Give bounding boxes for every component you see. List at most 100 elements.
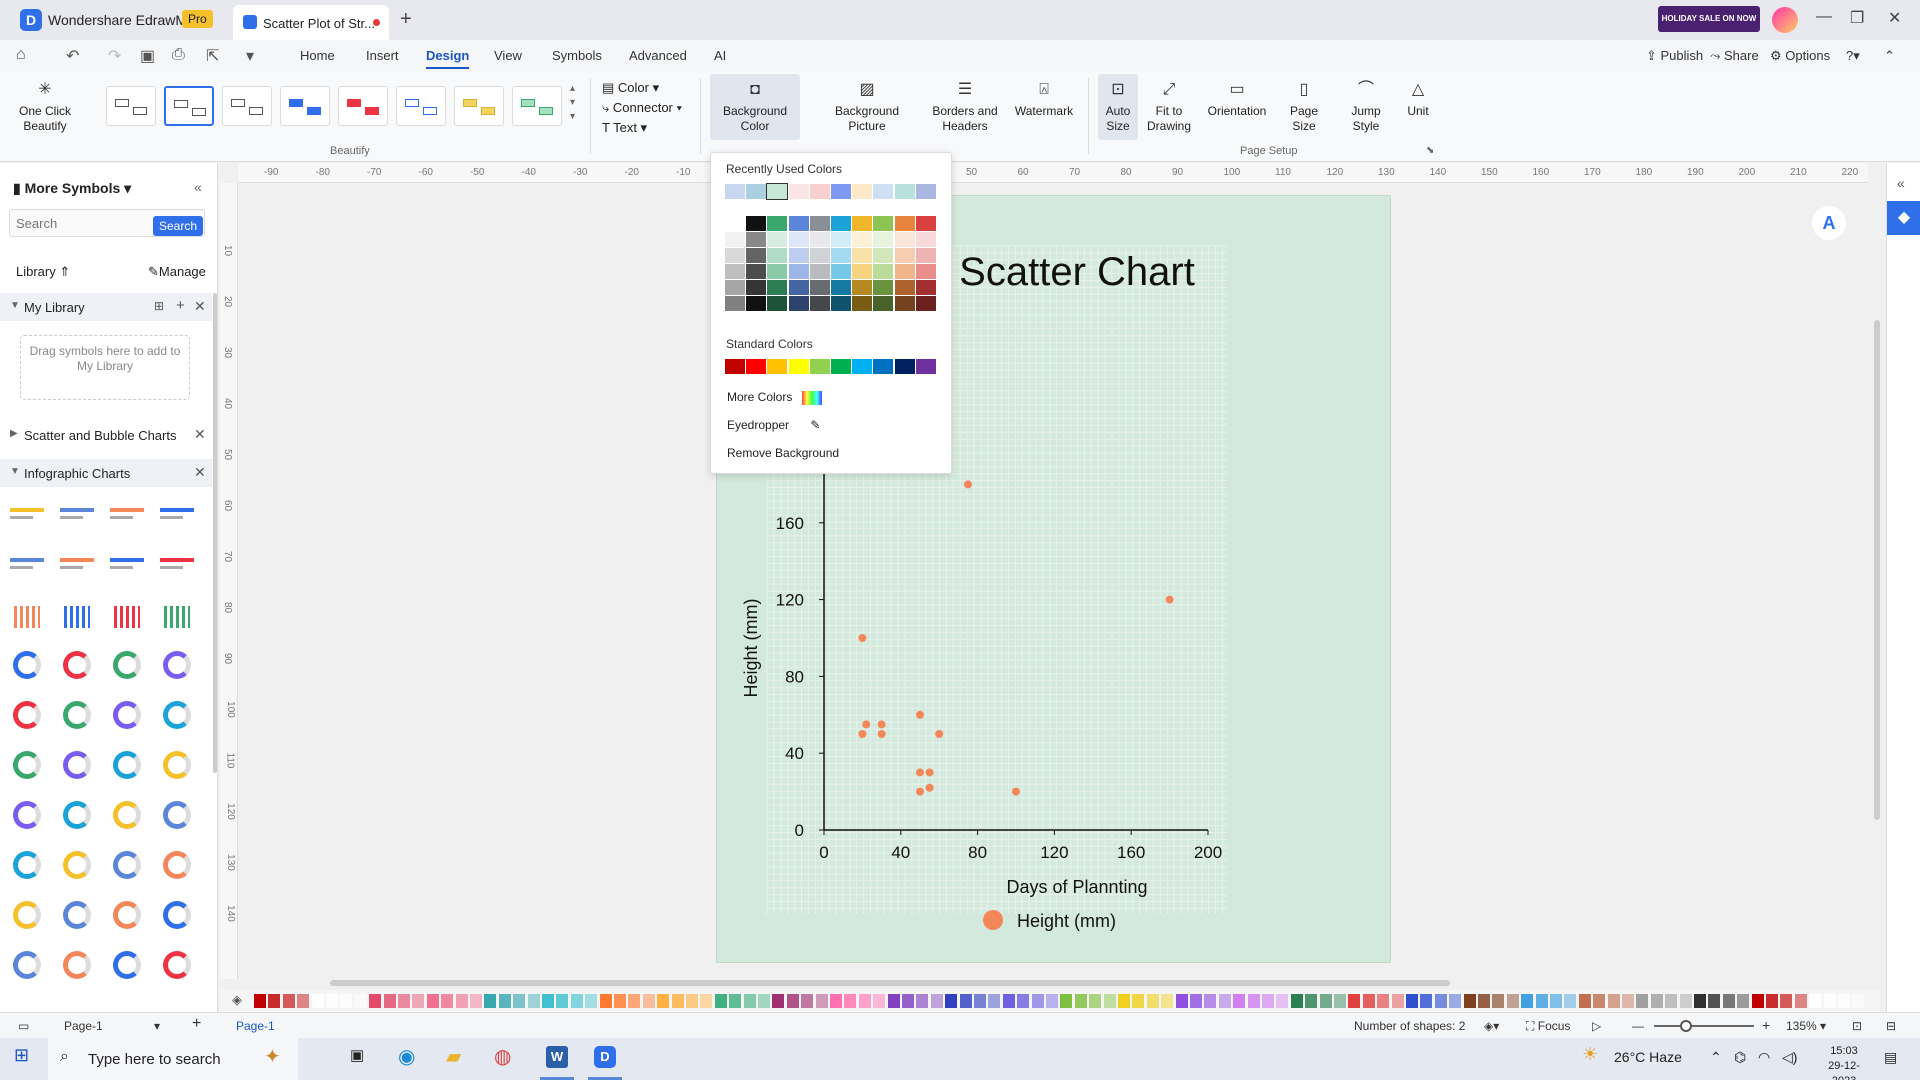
symbol-thumbnail[interactable] <box>8 596 46 634</box>
symbol-thumbnail[interactable] <box>8 696 46 734</box>
symbol-thumbnail[interactable] <box>158 496 196 534</box>
palette-swatch[interactable] <box>1823 994 1836 1008</box>
theme-color-swatch[interactable] <box>725 264 745 279</box>
chrome-icon[interactable]: ◍ <box>494 1044 511 1069</box>
palette-swatch[interactable] <box>743 994 756 1008</box>
export-icon[interactable]: ⇱ <box>206 46 219 66</box>
beautify-style-3[interactable] <box>222 86 272 126</box>
collapse-ribbon-icon[interactable]: ⌃ <box>1884 48 1895 64</box>
palette-swatch[interactable] <box>729 994 742 1008</box>
theme-color-swatch[interactable] <box>873 248 894 263</box>
palette-swatch[interactable] <box>1233 994 1246 1008</box>
symbol-thumbnail[interactable] <box>8 796 46 834</box>
format-panel-icon[interactable]: ◆ <box>1887 201 1920 235</box>
theme-color-swatch[interactable] <box>767 248 788 263</box>
theme-color-swatch[interactable] <box>788 216 809 231</box>
file-explorer-icon[interactable]: ▰ <box>446 1044 461 1069</box>
theme-color-swatch[interactable] <box>852 248 873 263</box>
theme-color-swatch[interactable] <box>831 216 851 231</box>
theme-color-swatch[interactable] <box>894 216 915 231</box>
tray-chevron-icon[interactable]: ⌃ <box>1710 1049 1722 1066</box>
theme-color-swatch[interactable] <box>767 264 788 279</box>
palette-swatch[interactable] <box>815 994 828 1008</box>
palette-swatch[interactable] <box>412 994 425 1008</box>
recent-color-swatch[interactable] <box>894 184 915 199</box>
manage-button[interactable]: ✎Manage <box>148 264 206 280</box>
palette-swatch[interactable] <box>1247 994 1260 1008</box>
theme-color-swatch[interactable] <box>894 280 915 295</box>
palette-swatch[interactable] <box>297 994 310 1008</box>
theme-color-swatch[interactable] <box>894 232 915 247</box>
symbol-thumbnail[interactable] <box>58 696 96 734</box>
palette-swatch[interactable] <box>1362 994 1375 1008</box>
palette-swatch[interactable] <box>1449 994 1462 1008</box>
palette-swatch[interactable] <box>858 994 871 1008</box>
palette-swatch[interactable] <box>1636 994 1649 1008</box>
home-icon[interactable]: ⌂ <box>16 46 26 64</box>
options-button[interactable]: ⚙ Options <box>1770 48 1830 64</box>
palette-swatch[interactable] <box>830 994 842 1008</box>
palette-swatch[interactable] <box>1017 994 1030 1008</box>
watermark-button[interactable]: ⍓ Watermark <box>1014 80 1074 119</box>
palette-swatch[interactable] <box>1118 994 1130 1008</box>
symbol-thumbnail[interactable] <box>158 796 196 834</box>
theme-color-swatch[interactable] <box>725 280 745 295</box>
palette-swatch[interactable] <box>570 994 583 1008</box>
palette-swatch[interactable] <box>383 994 396 1008</box>
palette-swatch[interactable] <box>1838 994 1850 1008</box>
palette-swatch[interactable] <box>254 994 266 1008</box>
zoom-out-icon[interactable]: — <box>1632 1019 1644 1033</box>
palette-swatch[interactable] <box>1031 994 1044 1008</box>
page-panel-toggle-icon[interactable]: ▭ <box>18 1019 29 1033</box>
connector-dropdown[interactable]: ⤷ Connector ▾ <box>602 100 682 116</box>
palette-swatch[interactable] <box>268 994 281 1008</box>
recent-color-swatch[interactable] <box>788 184 809 199</box>
palette-swatch[interactable] <box>1521 994 1534 1008</box>
symbol-thumbnail[interactable] <box>158 896 196 934</box>
symbol-thumbnail[interactable] <box>8 546 46 584</box>
more-colors-button[interactable]: More Colors <box>727 390 822 405</box>
symbol-thumbnail[interactable] <box>158 696 196 734</box>
recent-color-swatch[interactable] <box>915 184 936 199</box>
color-dropdown[interactable]: ▤ Color ▾ <box>602 80 659 96</box>
palette-swatch[interactable] <box>628 994 641 1008</box>
palette-swatch[interactable] <box>1550 994 1562 1008</box>
palette-swatch[interactable] <box>1175 994 1188 1008</box>
save-icon[interactable]: ▣ <box>140 46 155 66</box>
zoom-slider[interactable] <box>1654 1025 1754 1027</box>
zoom-in-icon[interactable]: + <box>1762 1017 1770 1033</box>
palette-swatch[interactable] <box>1607 994 1620 1008</box>
palette-swatch[interactable] <box>1463 994 1476 1008</box>
layers-icon[interactable]: ◈▾ <box>1484 1019 1499 1033</box>
windows-start-icon[interactable]: ⊞ <box>14 1045 29 1066</box>
theme-color-swatch[interactable] <box>915 216 936 231</box>
one-click-beautify-button[interactable]: ✳ One Click Beautify <box>14 80 76 134</box>
symbol-thumbnail[interactable] <box>58 746 96 784</box>
symbol-thumbnail[interactable] <box>58 796 96 834</box>
add-icon[interactable]: + <box>176 297 185 314</box>
standard-color-swatch[interactable] <box>852 359 873 374</box>
theme-color-swatch[interactable] <box>831 280 851 295</box>
theme-color-swatch[interactable] <box>725 232 745 247</box>
palette-swatch[interactable] <box>1694 994 1706 1008</box>
theme-color-swatch[interactable] <box>767 216 788 231</box>
holiday-sale-banner[interactable]: HOLIDAY SALE ON NOW <box>1658 6 1760 32</box>
restore-icon[interactable]: ❐ <box>1850 8 1864 28</box>
publish-button[interactable]: ⇪ Publish <box>1646 48 1703 64</box>
theme-color-swatch[interactable] <box>788 264 809 279</box>
gallery-scroll-icon[interactable]: ▴ ▾ ▾ <box>570 82 575 124</box>
standard-color-swatch[interactable] <box>725 359 745 374</box>
palette-swatch[interactable] <box>1478 994 1490 1008</box>
beautify-style-5[interactable] <box>338 86 388 126</box>
orientation-button[interactable]: ▭ Orientation <box>1204 80 1270 119</box>
palette-swatch[interactable] <box>426 994 439 1008</box>
standard-color-swatch[interactable] <box>788 359 809 374</box>
remove-background-button[interactable]: Remove Background <box>727 446 839 460</box>
close-icon[interactable]: ✕ <box>1888 8 1901 28</box>
beautify-style-7[interactable] <box>454 86 504 126</box>
palette-swatch[interactable] <box>1002 994 1015 1008</box>
palette-swatch[interactable] <box>326 994 338 1008</box>
menu-advanced[interactable]: Advanced <box>629 48 687 63</box>
palette-swatch[interactable] <box>1535 994 1548 1008</box>
zoom-slider-handle[interactable] <box>1680 1020 1692 1032</box>
